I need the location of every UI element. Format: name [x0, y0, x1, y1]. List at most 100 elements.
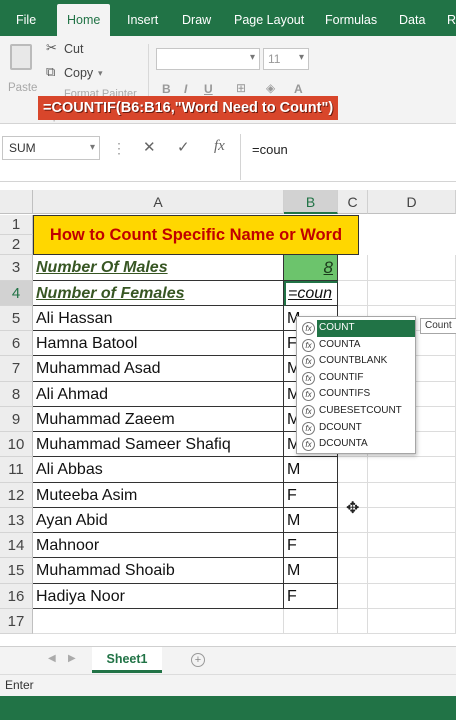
cell-a11[interactable]: Ali Abbas [33, 457, 284, 483]
cell-a8[interactable]: Ali Ahmad [33, 382, 284, 407]
italic-icon[interactable]: I [184, 82, 187, 96]
tab-review[interactable]: R [447, 0, 456, 36]
cell-b12[interactable]: F [284, 483, 338, 508]
cell-b15[interactable]: M [284, 558, 338, 584]
autocomplete-item[interactable]: fx DCOUNT [297, 420, 415, 437]
column-header-b[interactable]: B [284, 190, 338, 214]
cell-b11[interactable]: M [284, 457, 338, 483]
borders-icon[interactable]: ⊞ [236, 81, 246, 95]
cell-c16[interactable] [338, 584, 368, 609]
cell-b17[interactable] [284, 609, 338, 634]
cut-button[interactable]: Cut [64, 42, 83, 56]
cell-a3[interactable]: Number Of Males [33, 255, 284, 281]
cancel-button[interactable]: ✕ [143, 138, 156, 156]
column-header-a[interactable]: A [33, 190, 284, 214]
cell-c15[interactable] [338, 558, 368, 584]
tab-data[interactable]: Data [399, 0, 425, 36]
row-header[interactable]: 3 [0, 255, 33, 281]
cell-a6[interactable]: Hamna Batool [33, 331, 284, 356]
cell-a4[interactable]: Number of Females [33, 281, 284, 306]
row-header[interactable]: 15 [0, 558, 33, 584]
previous-sheet-icon[interactable]: ◀ [48, 653, 56, 664]
tab-draw[interactable]: Draw [182, 0, 211, 36]
cell-d12[interactable] [368, 483, 456, 508]
row-header[interactable]: 11 [0, 457, 33, 483]
cell-c4[interactable] [338, 281, 368, 306]
row-header[interactable]: 9 [0, 407, 33, 432]
cell-d4[interactable] [368, 281, 456, 306]
cell-a17[interactable] [33, 609, 284, 634]
row-header[interactable]: 5 [0, 306, 33, 331]
cell-a14[interactable]: Mahnoor [33, 533, 284, 558]
cell-b16[interactable]: F [284, 584, 338, 609]
copy-button[interactable]: Copy [64, 66, 93, 80]
font-name-select[interactable]: ▾ [156, 48, 260, 70]
font-color-icon[interactable]: A [294, 82, 303, 96]
cell-a5[interactable]: Ali Hassan [33, 306, 284, 331]
cell-b14[interactable]: F [284, 533, 338, 558]
cell-d11[interactable] [368, 457, 456, 483]
autocomplete-item[interactable]: fx COUNT [297, 320, 415, 337]
row-header[interactable]: 14 [0, 533, 33, 558]
cell-a15[interactable]: Muhammad Shoaib [33, 558, 284, 584]
cell-d3[interactable] [368, 255, 456, 281]
formula-input[interactable]: =coun [252, 142, 288, 157]
autocomplete-item[interactable]: fx CUBESETCOUNT [297, 403, 415, 420]
row-header[interactable]: 6 [0, 331, 33, 356]
column-header-d[interactable]: D [368, 190, 456, 214]
select-all-corner[interactable] [0, 190, 33, 214]
cell-d13[interactable] [368, 508, 456, 533]
underline-icon[interactable]: U [204, 82, 213, 96]
autocomplete-item[interactable]: fx COUNTIF [297, 370, 415, 387]
autocomplete-item[interactable]: fx COUNTA [297, 337, 415, 354]
insert-function-button[interactable]: fx [214, 138, 225, 155]
autocomplete-item[interactable]: fx COUNTIFS [297, 386, 415, 403]
enter-button[interactable]: ✓ [177, 138, 190, 156]
tab-formulas[interactable]: Formulas [325, 0, 377, 36]
row-header[interactable]: 1 [0, 215, 33, 235]
row-header[interactable]: 4 [0, 281, 33, 306]
add-sheet-button[interactable]: + [191, 653, 205, 667]
name-box[interactable]: SUM ▾ [2, 136, 100, 160]
tab-home[interactable]: Home [57, 4, 111, 36]
tab-page-layout[interactable]: Page Layout [234, 0, 304, 36]
cell-a13[interactable]: Ayan Abid [33, 508, 284, 533]
cell-a9[interactable]: Muhammad Zaeem [33, 407, 284, 432]
cell-a16[interactable]: Hadiya Noor [33, 584, 284, 609]
row-header[interactable]: 8 [0, 382, 33, 407]
cell-c14[interactable] [338, 533, 368, 558]
next-sheet-icon[interactable]: ▶ [68, 653, 76, 664]
tab-file[interactable]: File [16, 0, 36, 36]
cell-b13[interactable]: M [284, 508, 338, 533]
row-header[interactable]: 2 [0, 235, 33, 255]
row-header[interactable]: 12 [0, 483, 33, 508]
column-header-c[interactable]: C [338, 190, 368, 214]
row-header[interactable]: 17 [0, 609, 33, 634]
function-icon: fx [302, 322, 315, 335]
cell-b4[interactable]: =coun [284, 281, 338, 306]
row-header[interactable]: 16 [0, 584, 33, 609]
cell-c17[interactable] [338, 609, 368, 634]
sheet-tab[interactable]: Sheet1 [92, 647, 162, 673]
autocomplete-item[interactable]: fx COUNTBLANK [297, 353, 415, 370]
cell-c3[interactable] [338, 255, 368, 281]
font-size-select[interactable]: 11 ▾ [263, 48, 309, 70]
title-cell[interactable]: How to Count Specific Name or Word [33, 215, 359, 255]
cell-d17[interactable] [368, 609, 456, 634]
cell-a10[interactable]: Muhammad Sameer Shafiq [33, 432, 284, 457]
cell-a12[interactable]: Muteeba Asim [33, 483, 284, 508]
cell-d14[interactable] [368, 533, 456, 558]
row-header[interactable]: 10 [0, 432, 33, 457]
cell-d16[interactable] [368, 584, 456, 609]
autocomplete-item[interactable]: fx DCOUNTA [297, 436, 415, 453]
row-header[interactable]: 7 [0, 356, 33, 382]
row-header[interactable]: 13 [0, 508, 33, 533]
cell-d15[interactable] [368, 558, 456, 584]
cell-b3[interactable]: 8 [284, 255, 338, 281]
bold-icon[interactable]: B [162, 82, 171, 96]
tab-insert[interactable]: Insert [127, 0, 158, 36]
cell-c11[interactable] [338, 457, 368, 483]
paste-button[interactable]: Paste [6, 42, 37, 98]
cell-a7[interactable]: Muhammad Asad [33, 356, 284, 382]
fill-color-icon[interactable]: ◈ [266, 81, 275, 95]
